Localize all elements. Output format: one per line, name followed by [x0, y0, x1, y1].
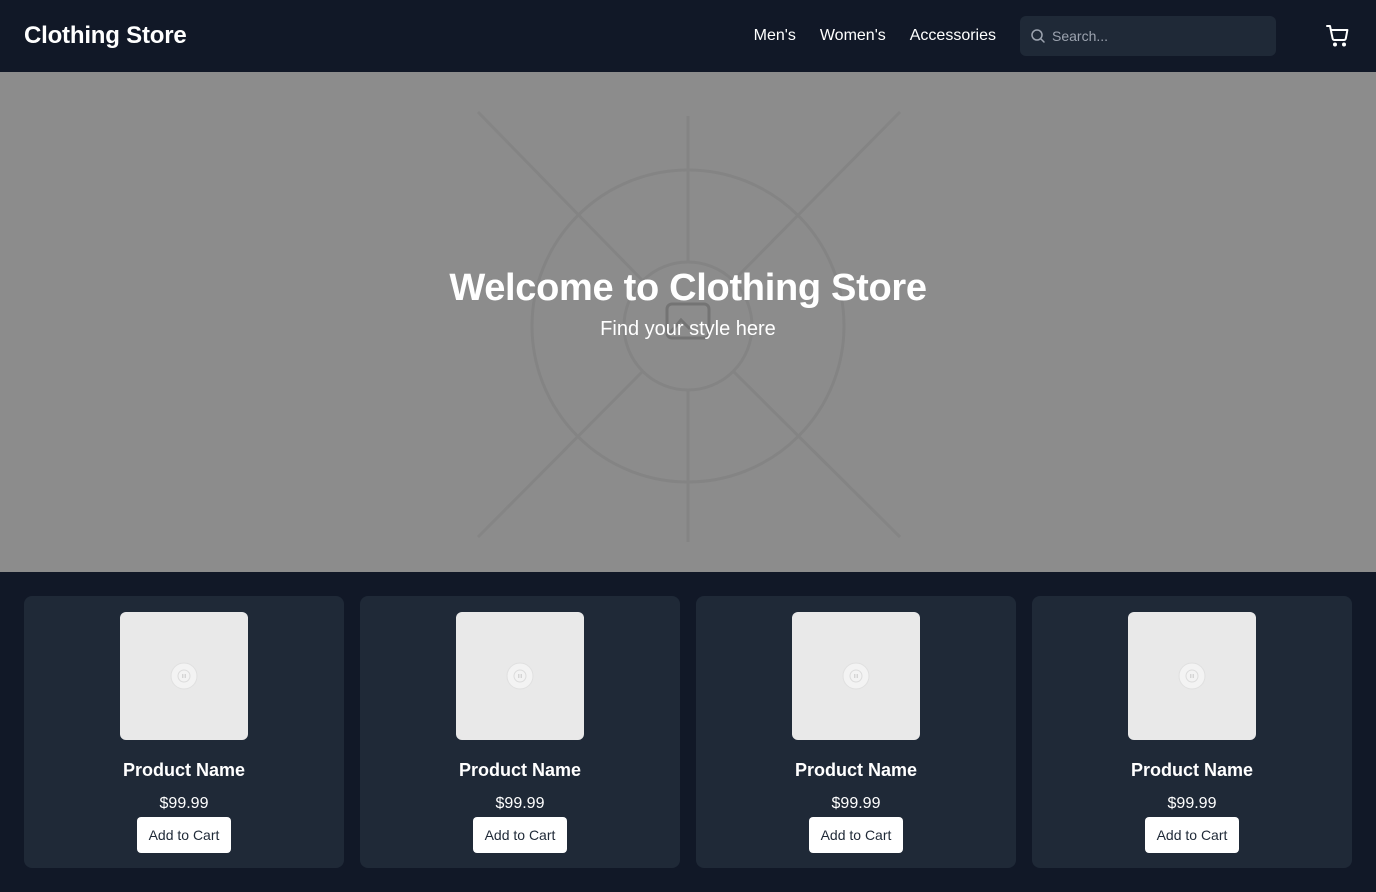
product-image[interactable] [120, 612, 248, 740]
image-placeholder-icon [842, 662, 870, 690]
product-card[interactable]: Product Name $99.99 Add to Cart [24, 596, 344, 868]
top-navbar: Clothing Store Men's Women's Accessories [0, 0, 1376, 72]
add-to-cart-button[interactable]: Add to Cart [808, 817, 904, 853]
product-name[interactable]: Product Name [459, 760, 581, 781]
add-to-cart-button[interactable]: Add to Cart [472, 817, 568, 853]
product-image[interactable] [792, 612, 920, 740]
product-image[interactable] [1128, 612, 1256, 740]
add-to-cart-button[interactable]: Add to Cart [1144, 817, 1240, 853]
hero-text: Welcome to Clothing Store Find your styl… [0, 72, 1376, 572]
product-card[interactable]: Product Name $99.99 Add to Cart [696, 596, 1016, 868]
product-price: $99.99 [495, 795, 545, 812]
product-card[interactable]: Product Name $99.99 Add to Cart [360, 596, 680, 868]
search-box [1020, 16, 1276, 56]
product-card[interactable]: Product Name $99.99 Add to Cart [1032, 596, 1352, 868]
product-name[interactable]: Product Name [123, 760, 245, 781]
cart-button[interactable] [1324, 22, 1352, 50]
hero-title: Welcome to Clothing Store [449, 267, 927, 309]
shopping-cart-icon [1326, 25, 1349, 47]
product-name[interactable]: Product Name [1131, 760, 1253, 781]
add-to-cart-button[interactable]: Add to Cart [136, 817, 232, 853]
brand-logo[interactable]: Clothing Store [24, 22, 187, 50]
search-icon [1031, 29, 1045, 43]
product-name[interactable]: Product Name [795, 760, 917, 781]
nav-link-mens[interactable]: Men's [754, 27, 796, 45]
image-placeholder-icon [170, 662, 198, 690]
product-price: $99.99 [159, 795, 209, 812]
nav-link-womens[interactable]: Women's [820, 27, 886, 45]
image-placeholder-icon [1178, 662, 1206, 690]
product-grid: Product Name $99.99 Add to Cart Product … [24, 596, 1352, 868]
hero-banner: Welcome to Clothing Store Find your styl… [0, 72, 1376, 572]
main-nav: Men's Women's Accessories [754, 27, 996, 45]
product-price: $99.99 [1167, 795, 1217, 812]
nav-link-accessories[interactable]: Accessories [910, 27, 996, 45]
image-placeholder-icon [506, 662, 534, 690]
product-price: $99.99 [831, 795, 881, 812]
search-input[interactable] [1052, 28, 1252, 44]
product-image[interactable] [456, 612, 584, 740]
hero-subtitle: Find your style here [600, 318, 776, 340]
